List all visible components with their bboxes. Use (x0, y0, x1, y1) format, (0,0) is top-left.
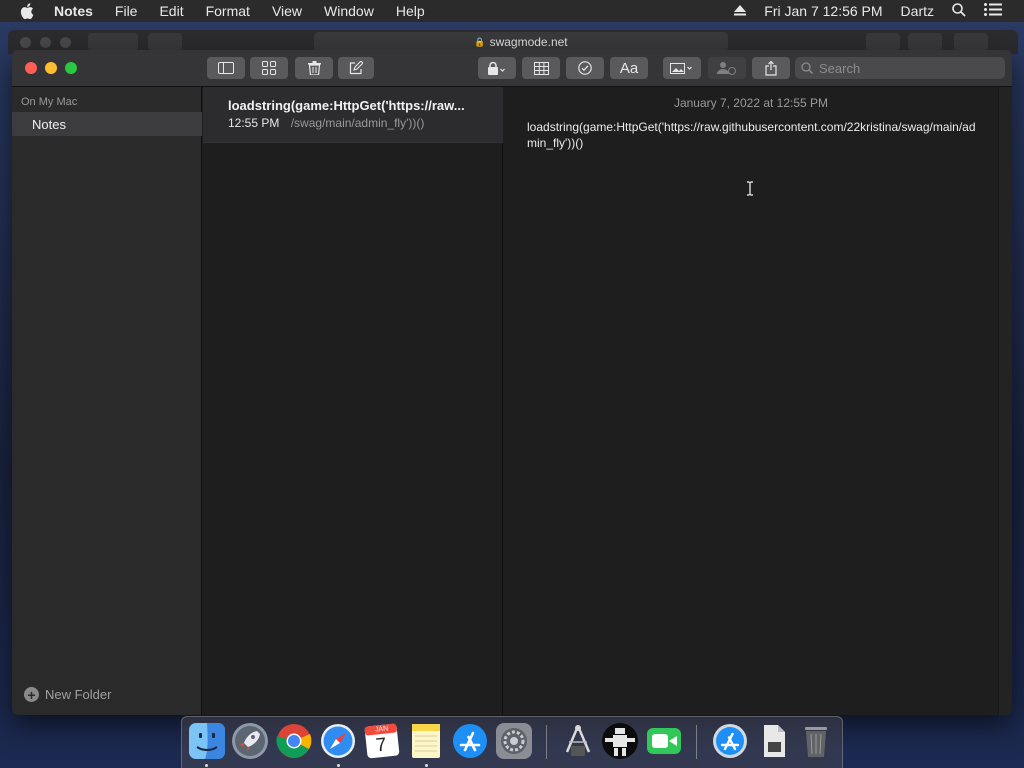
maximize-button[interactable] (65, 62, 77, 74)
new-folder-button[interactable]: + New Folder (24, 687, 111, 702)
notes-window: Aa On My Mac Notes (12, 50, 1012, 715)
document-icon[interactable] (755, 722, 793, 760)
dock-separator-2 (696, 725, 697, 759)
note-list: loadstring(game:HttpGet('https://raw... … (203, 87, 503, 715)
background-download-button (866, 33, 900, 51)
sidebar-section-header: On My Mac (21, 96, 78, 108)
notes-icon[interactable] (407, 722, 445, 760)
search-icon (801, 62, 813, 74)
background-sidebar-button (148, 33, 182, 51)
menu-edit[interactable]: Edit (159, 3, 183, 19)
text-format-button[interactable]: Aa (610, 57, 648, 79)
search-input[interactable] (819, 60, 989, 76)
menubar-user[interactable]: Dartz (901, 3, 934, 19)
checklist-button[interactable] (566, 57, 604, 79)
new-folder-label: New Folder (45, 687, 112, 702)
background-window-controls (20, 37, 80, 48)
lock-icon: 🔒 (474, 36, 486, 47)
note-body-text[interactable]: loadstring(game:HttpGet('https://raw.git… (527, 119, 982, 151)
background-url-text: swagmode.net (489, 35, 568, 49)
system-preferences-icon[interactable] (495, 722, 533, 760)
delete-note-button[interactable] (295, 57, 333, 79)
finder-icon[interactable] (188, 722, 226, 760)
sidebar-icon (218, 62, 234, 74)
share-icon (765, 60, 777, 76)
notes-running-indicator (425, 764, 428, 767)
calendar-icon[interactable]: JAN 7 (363, 722, 401, 760)
background-nav-buttons (88, 33, 138, 51)
dock: JAN 7 (181, 716, 843, 768)
dock-separator (546, 725, 547, 759)
app-store-icon[interactable] (451, 722, 489, 760)
trash-icon[interactable] (797, 722, 835, 760)
insert-table-button[interactable] (522, 57, 560, 79)
xcode-tool-icon[interactable] (559, 722, 597, 760)
safari-icon[interactable] (319, 722, 357, 760)
plus-circle-icon: + (24, 687, 39, 702)
photo-icon (670, 62, 694, 75)
table-icon (533, 61, 549, 75)
checkmark-circle-icon (578, 61, 592, 75)
calendar-month: JAN (374, 725, 389, 734)
gallery-view-button[interactable] (250, 57, 288, 79)
note-list-item[interactable]: loadstring(game:HttpGet('https://raw... … (203, 87, 503, 143)
sidebar-item-label: Notes (32, 116, 66, 132)
calendar-day: 7 (374, 734, 388, 757)
background-share-button (908, 33, 942, 51)
safari-running-indicator (337, 764, 340, 767)
padlock-icon (488, 61, 506, 75)
menubar-clock[interactable]: Fri Jan 7 12:56 PM (764, 3, 882, 19)
trash-icon (307, 61, 321, 75)
launchpad-icon[interactable] (231, 722, 269, 760)
text-format-icon: Aa (619, 59, 639, 77)
minimize-button[interactable] (45, 62, 57, 74)
editor-scrollbar[interactable] (998, 87, 1012, 715)
new-note-button[interactable] (338, 57, 374, 79)
apple-menu-icon[interactable] (20, 3, 38, 19)
text-cursor-icon (746, 181, 754, 201)
compose-icon (349, 61, 363, 75)
add-people-icon (717, 61, 737, 75)
collaborate-button[interactable] (708, 57, 746, 79)
spotlight-search-icon[interactable] (952, 2, 966, 20)
app-store-downloads-icon[interactable] (711, 722, 749, 760)
sidebar-item-notes[interactable]: Notes (12, 112, 202, 136)
search-field[interactable] (795, 57, 1005, 79)
menu-format[interactable]: Format (206, 3, 250, 19)
finder-running-indicator (205, 764, 208, 767)
notes-toolbar: Aa (12, 50, 1012, 87)
background-address-bar[interactable]: 🔒 swagmode.net (314, 32, 728, 52)
note-preview: /swag/main/admin_fly'))() (290, 116, 425, 130)
folders-sidebar: On My Mac Notes + New Folder (12, 87, 202, 715)
eject-icon[interactable] (734, 3, 747, 19)
add-media-button[interactable] (663, 57, 701, 79)
toggle-sidebar-button[interactable] (207, 57, 245, 79)
background-tabs-button (954, 33, 988, 51)
note-meta: 12:55 PM /swag/main/admin_fly'))() (228, 116, 424, 130)
facetime-icon[interactable] (645, 722, 683, 760)
notification-center-icon[interactable] (984, 3, 1002, 19)
menu-help[interactable]: Help (396, 3, 425, 19)
close-button[interactable] (25, 62, 37, 74)
menu-view[interactable]: View (272, 3, 302, 19)
note-title: loadstring(game:HttpGet('https://raw... (228, 98, 465, 113)
note-date: January 7, 2022 at 12:55 PM (673, 96, 829, 110)
chrome-icon[interactable] (275, 722, 313, 760)
share-button[interactable] (752, 57, 790, 79)
menu-file[interactable]: File (115, 3, 138, 19)
grid-icon (262, 61, 276, 75)
lock-note-button[interactable] (478, 57, 516, 79)
robot-tool-icon[interactable] (601, 722, 639, 760)
menu-app-name[interactable]: Notes (54, 3, 93, 19)
menu-window[interactable]: Window (324, 3, 374, 19)
note-time: 12:55 PM (228, 116, 280, 130)
window-controls (25, 62, 85, 74)
menu-bar: Notes File Edit Format View Window Help … (0, 0, 1024, 22)
